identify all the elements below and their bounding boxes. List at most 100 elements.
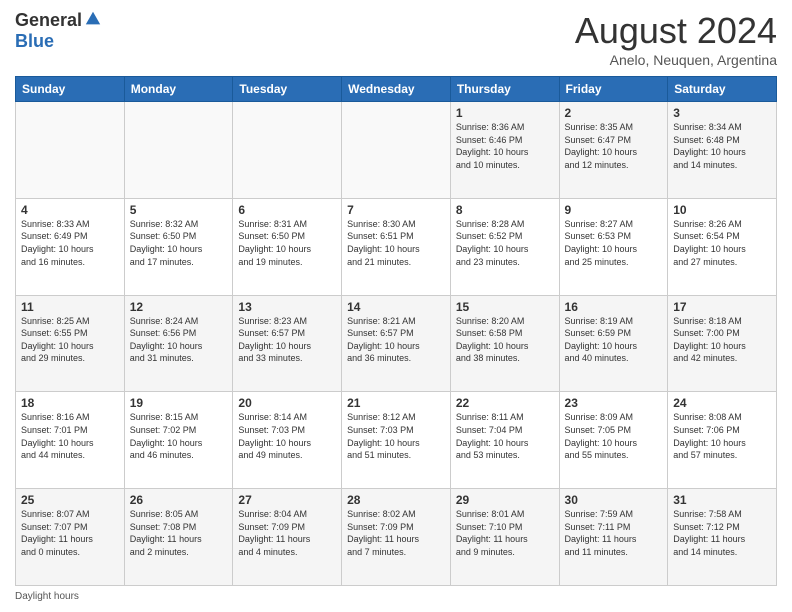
calendar-week-row: 25Sunrise: 8:07 AM Sunset: 7:07 PM Dayli…: [16, 489, 777, 586]
day-number: 4: [21, 203, 119, 217]
calendar-cell: [124, 102, 233, 199]
daylight-label: Daylight hours: [15, 591, 79, 602]
day-number: 3: [673, 106, 771, 120]
day-number: 23: [565, 396, 663, 410]
day-number: 20: [238, 396, 336, 410]
weekday-header: Sunday: [16, 77, 125, 102]
calendar-cell: 28Sunrise: 8:02 AM Sunset: 7:09 PM Dayli…: [342, 489, 451, 586]
day-number: 14: [347, 300, 445, 314]
calendar-week-row: 18Sunrise: 8:16 AM Sunset: 7:01 PM Dayli…: [16, 392, 777, 489]
day-info: Sunrise: 8:02 AM Sunset: 7:09 PM Dayligh…: [347, 508, 445, 558]
calendar-cell: 1Sunrise: 8:36 AM Sunset: 6:46 PM Daylig…: [450, 102, 559, 199]
calendar-cell: 30Sunrise: 7:59 AM Sunset: 7:11 PM Dayli…: [559, 489, 668, 586]
calendar-cell: 22Sunrise: 8:11 AM Sunset: 7:04 PM Dayli…: [450, 392, 559, 489]
calendar-cell: [342, 102, 451, 199]
day-info: Sunrise: 8:21 AM Sunset: 6:57 PM Dayligh…: [347, 315, 445, 365]
calendar-cell: 14Sunrise: 8:21 AM Sunset: 6:57 PM Dayli…: [342, 295, 451, 392]
day-info: Sunrise: 8:05 AM Sunset: 7:08 PM Dayligh…: [130, 508, 228, 558]
calendar: SundayMondayTuesdayWednesdayThursdayFrid…: [15, 76, 777, 586]
day-number: 18: [21, 396, 119, 410]
calendar-cell: 4Sunrise: 8:33 AM Sunset: 6:49 PM Daylig…: [16, 198, 125, 295]
logo-blue: Blue: [15, 31, 54, 52]
calendar-cell: 23Sunrise: 8:09 AM Sunset: 7:05 PM Dayli…: [559, 392, 668, 489]
calendar-cell: 31Sunrise: 7:58 AM Sunset: 7:12 PM Dayli…: [668, 489, 777, 586]
calendar-cell: 3Sunrise: 8:34 AM Sunset: 6:48 PM Daylig…: [668, 102, 777, 199]
day-info: Sunrise: 8:18 AM Sunset: 7:00 PM Dayligh…: [673, 315, 771, 365]
day-info: Sunrise: 8:24 AM Sunset: 6:56 PM Dayligh…: [130, 315, 228, 365]
calendar-cell: 20Sunrise: 8:14 AM Sunset: 7:03 PM Dayli…: [233, 392, 342, 489]
day-info: Sunrise: 8:36 AM Sunset: 6:46 PM Dayligh…: [456, 121, 554, 171]
calendar-cell: 15Sunrise: 8:20 AM Sunset: 6:58 PM Dayli…: [450, 295, 559, 392]
day-info: Sunrise: 8:14 AM Sunset: 7:03 PM Dayligh…: [238, 411, 336, 461]
calendar-cell: 25Sunrise: 8:07 AM Sunset: 7:07 PM Dayli…: [16, 489, 125, 586]
calendar-table: SundayMondayTuesdayWednesdayThursdayFrid…: [15, 76, 777, 586]
weekday-header: Monday: [124, 77, 233, 102]
day-info: Sunrise: 8:01 AM Sunset: 7:10 PM Dayligh…: [456, 508, 554, 558]
calendar-cell: 13Sunrise: 8:23 AM Sunset: 6:57 PM Dayli…: [233, 295, 342, 392]
day-info: Sunrise: 8:30 AM Sunset: 6:51 PM Dayligh…: [347, 218, 445, 268]
day-info: Sunrise: 7:59 AM Sunset: 7:11 PM Dayligh…: [565, 508, 663, 558]
day-info: Sunrise: 8:15 AM Sunset: 7:02 PM Dayligh…: [130, 411, 228, 461]
calendar-week-row: 1Sunrise: 8:36 AM Sunset: 6:46 PM Daylig…: [16, 102, 777, 199]
day-number: 10: [673, 203, 771, 217]
calendar-cell: 12Sunrise: 8:24 AM Sunset: 6:56 PM Dayli…: [124, 295, 233, 392]
day-info: Sunrise: 8:12 AM Sunset: 7:03 PM Dayligh…: [347, 411, 445, 461]
day-info: Sunrise: 8:32 AM Sunset: 6:50 PM Dayligh…: [130, 218, 228, 268]
day-info: Sunrise: 8:25 AM Sunset: 6:55 PM Dayligh…: [21, 315, 119, 365]
logo-icon: [84, 10, 102, 28]
calendar-cell: 7Sunrise: 8:30 AM Sunset: 6:51 PM Daylig…: [342, 198, 451, 295]
calendar-cell: 5Sunrise: 8:32 AM Sunset: 6:50 PM Daylig…: [124, 198, 233, 295]
day-info: Sunrise: 8:09 AM Sunset: 7:05 PM Dayligh…: [565, 411, 663, 461]
day-number: 17: [673, 300, 771, 314]
logo-general: General: [15, 10, 82, 31]
weekday-header: Tuesday: [233, 77, 342, 102]
day-info: Sunrise: 8:34 AM Sunset: 6:48 PM Dayligh…: [673, 121, 771, 171]
day-number: 19: [130, 396, 228, 410]
day-info: Sunrise: 7:58 AM Sunset: 7:12 PM Dayligh…: [673, 508, 771, 558]
calendar-week-row: 11Sunrise: 8:25 AM Sunset: 6:55 PM Dayli…: [16, 295, 777, 392]
day-info: Sunrise: 8:23 AM Sunset: 6:57 PM Dayligh…: [238, 315, 336, 365]
day-number: 27: [238, 493, 336, 507]
day-info: Sunrise: 8:28 AM Sunset: 6:52 PM Dayligh…: [456, 218, 554, 268]
day-number: 13: [238, 300, 336, 314]
day-info: Sunrise: 8:35 AM Sunset: 6:47 PM Dayligh…: [565, 121, 663, 171]
day-number: 28: [347, 493, 445, 507]
title-block: August 2024 Anelo, Neuquen, Argentina: [575, 10, 777, 68]
day-number: 29: [456, 493, 554, 507]
calendar-cell: 2Sunrise: 8:35 AM Sunset: 6:47 PM Daylig…: [559, 102, 668, 199]
day-number: 2: [565, 106, 663, 120]
day-number: 21: [347, 396, 445, 410]
day-number: 26: [130, 493, 228, 507]
month-title: August 2024: [575, 10, 777, 52]
day-info: Sunrise: 8:04 AM Sunset: 7:09 PM Dayligh…: [238, 508, 336, 558]
day-number: 22: [456, 396, 554, 410]
day-number: 11: [21, 300, 119, 314]
calendar-week-row: 4Sunrise: 8:33 AM Sunset: 6:49 PM Daylig…: [16, 198, 777, 295]
footer: Daylight hours: [15, 591, 777, 602]
day-info: Sunrise: 8:16 AM Sunset: 7:01 PM Dayligh…: [21, 411, 119, 461]
day-number: 12: [130, 300, 228, 314]
weekday-header: Friday: [559, 77, 668, 102]
day-number: 5: [130, 203, 228, 217]
day-info: Sunrise: 8:27 AM Sunset: 6:53 PM Dayligh…: [565, 218, 663, 268]
day-number: 8: [456, 203, 554, 217]
day-number: 16: [565, 300, 663, 314]
day-number: 1: [456, 106, 554, 120]
calendar-cell: 18Sunrise: 8:16 AM Sunset: 7:01 PM Dayli…: [16, 392, 125, 489]
calendar-cell: 27Sunrise: 8:04 AM Sunset: 7:09 PM Dayli…: [233, 489, 342, 586]
calendar-cell: 10Sunrise: 8:26 AM Sunset: 6:54 PM Dayli…: [668, 198, 777, 295]
day-number: 31: [673, 493, 771, 507]
day-info: Sunrise: 8:07 AM Sunset: 7:07 PM Dayligh…: [21, 508, 119, 558]
calendar-cell: 17Sunrise: 8:18 AM Sunset: 7:00 PM Dayli…: [668, 295, 777, 392]
day-info: Sunrise: 8:19 AM Sunset: 6:59 PM Dayligh…: [565, 315, 663, 365]
logo: General Blue: [15, 10, 102, 52]
day-info: Sunrise: 8:08 AM Sunset: 7:06 PM Dayligh…: [673, 411, 771, 461]
calendar-cell: 6Sunrise: 8:31 AM Sunset: 6:50 PM Daylig…: [233, 198, 342, 295]
day-number: 24: [673, 396, 771, 410]
day-info: Sunrise: 8:31 AM Sunset: 6:50 PM Dayligh…: [238, 218, 336, 268]
calendar-cell: 24Sunrise: 8:08 AM Sunset: 7:06 PM Dayli…: [668, 392, 777, 489]
weekday-header: Wednesday: [342, 77, 451, 102]
day-number: 6: [238, 203, 336, 217]
calendar-cell: 29Sunrise: 8:01 AM Sunset: 7:10 PM Dayli…: [450, 489, 559, 586]
weekday-header-row: SundayMondayTuesdayWednesdayThursdayFrid…: [16, 77, 777, 102]
